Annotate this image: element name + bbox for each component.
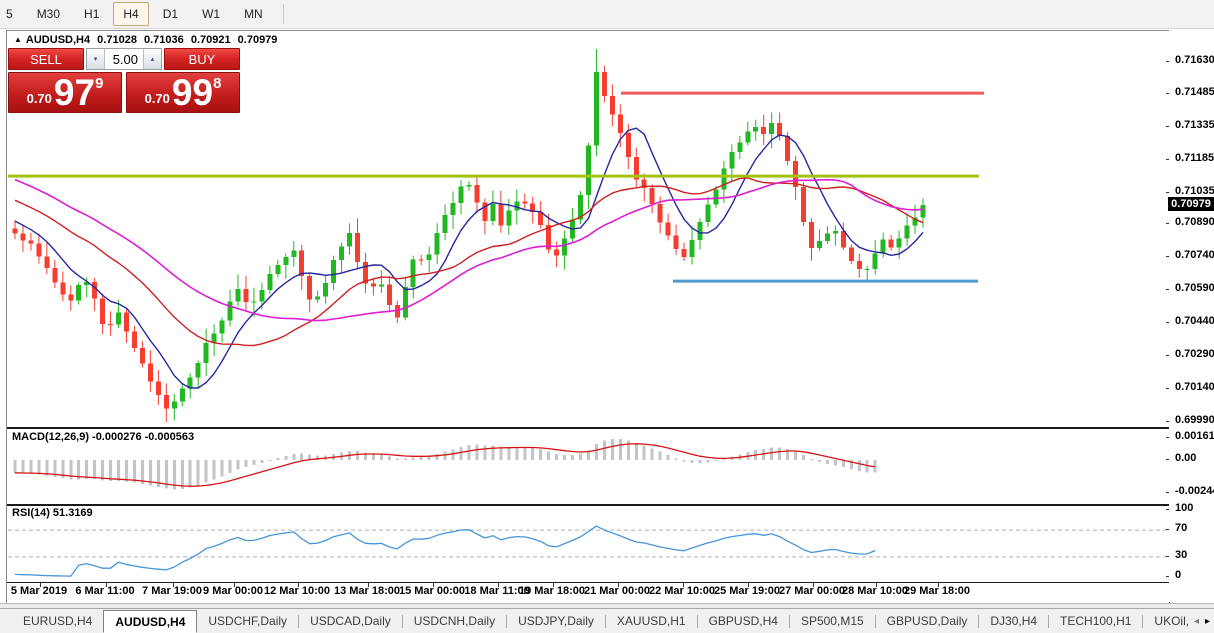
chart-tab-bar: EURUSD,H4AUDUSD,H4USDCHF,DailyUSDCAD,Dai… [0, 608, 1214, 633]
price-tick-label: 0.70140 [1175, 381, 1214, 393]
axis-tick [1166, 459, 1169, 460]
axis-tick [1166, 61, 1169, 62]
price-tick-label: 0.71630 [1175, 54, 1214, 66]
axis-tick [1166, 492, 1169, 493]
rsi-scale-label: 30 [1175, 549, 1187, 561]
axis-tick [1166, 322, 1169, 323]
axis-tick [1166, 289, 1169, 290]
sell-price-main: 97 [54, 74, 95, 111]
price-axis[interactable]: 0.71630 0.71485 0.71335 0.71185 0.71035 0.708… [1169, 30, 1214, 602]
chart-tab-usdjpy-daily[interactable]: USDJPY,Daily [507, 609, 605, 633]
sell-price-pip: 9 [95, 75, 103, 92]
timeframe-button-mn[interactable]: MN [234, 2, 273, 26]
timeframe-button-h4[interactable]: H4 [113, 2, 148, 26]
chart-tab-gbpusd-h4[interactable]: GBPUSD,H4 [698, 609, 789, 633]
chart-tab-tech100-h1[interactable]: TECH100,H1 [1049, 609, 1142, 633]
symbol-period-label: AUDUSD,H4 [26, 34, 90, 46]
volume-increase-icon[interactable]: ▴ [143, 49, 161, 69]
axis-tick [1166, 93, 1169, 94]
chart-tab-gbpusd-daily[interactable]: GBPUSD,Daily [876, 609, 979, 633]
timeframe-toolbar: 5M30H1H4D1W1MN [0, 0, 1214, 29]
axis-tick [1166, 529, 1169, 530]
axis-tick [1166, 192, 1169, 193]
macd-scale-label: -0.002443 [1175, 485, 1214, 497]
rsi-scale-label: 100 [1175, 502, 1193, 514]
price-tick-label: 0.70590 [1175, 282, 1214, 294]
axis-tick [1166, 556, 1169, 557]
low-value: 0.70921 [191, 34, 231, 46]
chart-tab-usdcnh-daily[interactable]: USDCNH,Daily [403, 609, 506, 633]
close-value: 0.70979 [238, 34, 278, 46]
macd-scale-label: 0.001615 [1175, 430, 1214, 442]
price-tick-label: 0.70290 [1175, 348, 1214, 360]
chart-tab-eurusd-h4[interactable]: EURUSD,H4 [12, 609, 103, 633]
axis-tick [1166, 256, 1169, 257]
volume-input[interactable]: 5.00 [105, 49, 143, 69]
volume-decrease-icon[interactable]: ▾ [87, 49, 105, 69]
axis-tick [1166, 388, 1169, 389]
price-tick-label: 0.71485 [1175, 86, 1214, 98]
timeframe-button-d1[interactable]: D1 [153, 2, 188, 26]
buy-price-prefix: 0.70 [145, 91, 170, 106]
buy-price-pip: 8 [213, 75, 221, 92]
rsi-scale-label: 70 [1175, 522, 1187, 534]
axis-tick [1166, 509, 1169, 510]
price-tick-label: 0.70740 [1175, 249, 1214, 261]
timeframe-button-h1[interactable]: H1 [74, 2, 109, 26]
buy-price-button[interactable]: 0.70 99 8 [126, 72, 240, 113]
macd-indicator-label: MACD(12,26,9)-0.000276-0.000563 [12, 431, 197, 443]
rsi-indicator-label: RSI(14)51.3169 [12, 507, 96, 519]
axis-tick [1166, 576, 1169, 577]
axis-tick [1166, 159, 1169, 160]
macd-scale-label: 0.00 [1175, 452, 1196, 464]
price-tick-label: 0.70440 [1175, 315, 1214, 327]
symbol-marker-icon: ▲ [14, 35, 22, 44]
price-tick-label: 0.69990 [1175, 414, 1214, 426]
sell-button[interactable]: SELL [8, 48, 84, 70]
current-price-tag: 0.70979 [1168, 197, 1214, 211]
axis-tick [1166, 223, 1169, 224]
tab-scroll-right-icon[interactable]: ▸ [1205, 616, 1210, 627]
sell-price-prefix: 0.70 [27, 91, 52, 106]
chart-tab-audusd-h4[interactable]: AUDUSD,H4 [103, 610, 197, 633]
chart-tab-xauusd-h1[interactable]: XAUUSD,H1 [606, 609, 697, 633]
timeframe-button-m30[interactable]: M30 [27, 2, 70, 26]
chart-tab-dj30-h4[interactable]: DJ30,H4 [979, 609, 1048, 633]
toolbar-divider [283, 4, 284, 24]
chart-ohlc-header: ▲ AUDUSD,H4 0.71028 0.71036 0.70921 0.709… [14, 34, 281, 46]
buy-price-main: 99 [172, 74, 213, 111]
axis-tick [1166, 421, 1169, 422]
one-click-trade-panel: SELL ▾ 5.00 ▴ BUY 0.70 97 9 0.70 99 8 [8, 48, 240, 113]
axis-tick [1166, 437, 1169, 438]
price-tick-label: 0.71035 [1175, 185, 1214, 197]
chart-tab-usdchf-daily[interactable]: USDCHF,Daily [197, 609, 298, 633]
price-tick-label: 0.71335 [1175, 119, 1214, 131]
open-value: 0.71028 [97, 34, 137, 46]
time-tick-label: 29 Mar 18:00 [895, 585, 979, 597]
timeframe-button-5[interactable]: 5 [0, 2, 23, 26]
buy-button[interactable]: BUY [164, 48, 240, 70]
rsi-scale-label: 0 [1175, 569, 1181, 581]
price-tick-label: 0.71185 [1175, 152, 1214, 164]
trading-terminal-window: 5M30H1H4D1W1MN ▲ AUDUSD,H4 0.71028 0.7103… [0, 0, 1214, 633]
volume-stepper: ▾ 5.00 ▴ [86, 48, 162, 70]
time-axis[interactable]: 5 Mar 20196 Mar 11:007 Mar 19:009 Mar 00… [6, 585, 1168, 601]
tab-scroll-left-icon[interactable]: ◂ [1194, 616, 1199, 627]
axis-tick [1166, 355, 1169, 356]
timeframe-button-w1[interactable]: W1 [192, 2, 230, 26]
sell-price-button[interactable]: 0.70 97 9 [8, 72, 122, 113]
chart-tab-sp500-m15[interactable]: SP500,M15 [790, 609, 875, 633]
tab-scroll-arrows: ◂ ▸ [1188, 609, 1210, 633]
chart-canvas[interactable] [6, 30, 1170, 603]
axis-tick [1166, 126, 1169, 127]
price-tick-label: 0.70890 [1175, 216, 1214, 228]
high-value: 0.71036 [144, 34, 184, 46]
chart-tab-usdcad-daily[interactable]: USDCAD,Daily [299, 609, 402, 633]
